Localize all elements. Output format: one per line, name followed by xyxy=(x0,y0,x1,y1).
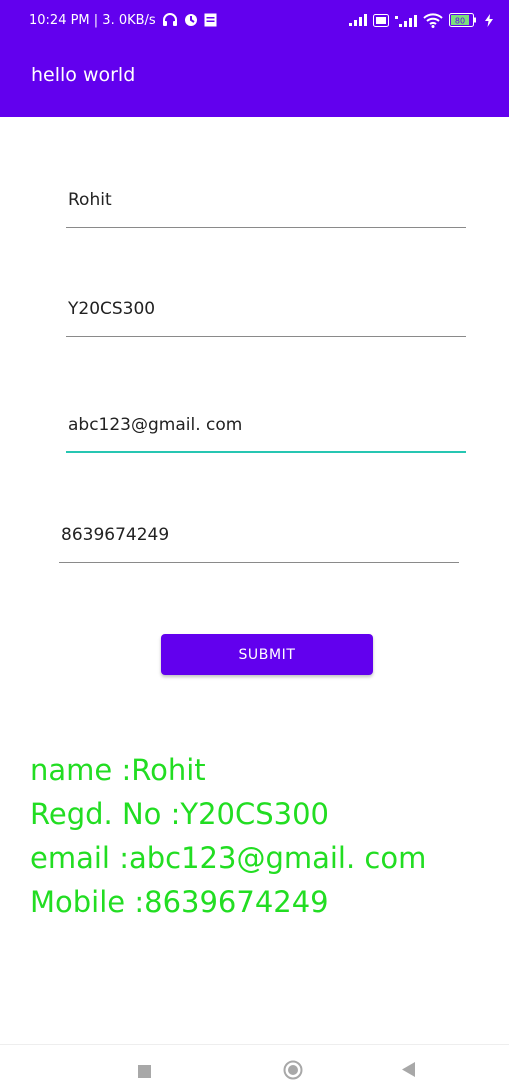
result-name: name :Rohit xyxy=(30,753,206,787)
back-triangle-icon[interactable] xyxy=(402,1062,415,1081)
email-field[interactable] xyxy=(66,415,466,453)
battery-icon: 80 xyxy=(449,13,479,27)
status-bar-right: 80 xyxy=(349,12,493,28)
result-email: email :abc123@gmail. com xyxy=(30,841,427,875)
charging-icon xyxy=(485,13,493,27)
app-bar: hello world xyxy=(0,40,509,117)
app-title: hello world xyxy=(31,63,136,86)
mobile-input[interactable] xyxy=(61,525,459,545)
data-saver-icon xyxy=(184,13,198,27)
mobile-field[interactable] xyxy=(59,525,459,563)
recents-square-icon[interactable] xyxy=(138,1063,151,1082)
result-regno: Regd. No :Y20CS300 xyxy=(30,797,329,831)
result-output: name :Rohit Regd. No :Y20CS300 email :ab… xyxy=(30,748,426,924)
battery-level: 80 xyxy=(455,17,465,26)
submit-button[interactable]: SUBMIT xyxy=(161,634,373,675)
navigation-bar xyxy=(0,1044,509,1092)
signal-icon xyxy=(349,14,367,26)
email-input[interactable] xyxy=(68,415,466,435)
home-circle-icon[interactable] xyxy=(283,1060,303,1084)
notes-icon xyxy=(204,13,217,27)
status-time-network: 10:24 PM | 3. 0KB/s xyxy=(29,12,156,28)
headphones-icon xyxy=(162,13,178,27)
status-bar: 10:24 PM | 3. 0KB/s 80 xyxy=(0,0,509,40)
regno-input[interactable] xyxy=(68,299,466,319)
result-mobile: Mobile :8639674249 xyxy=(30,885,329,919)
regno-field[interactable] xyxy=(66,299,466,337)
status-bar-left: 10:24 PM | 3. 0KB/s xyxy=(29,13,217,28)
signal-4g-icon xyxy=(395,14,417,27)
wifi-icon xyxy=(423,12,443,28)
volte-icon xyxy=(373,13,389,27)
name-input[interactable] xyxy=(68,190,466,210)
name-field[interactable] xyxy=(66,190,466,228)
